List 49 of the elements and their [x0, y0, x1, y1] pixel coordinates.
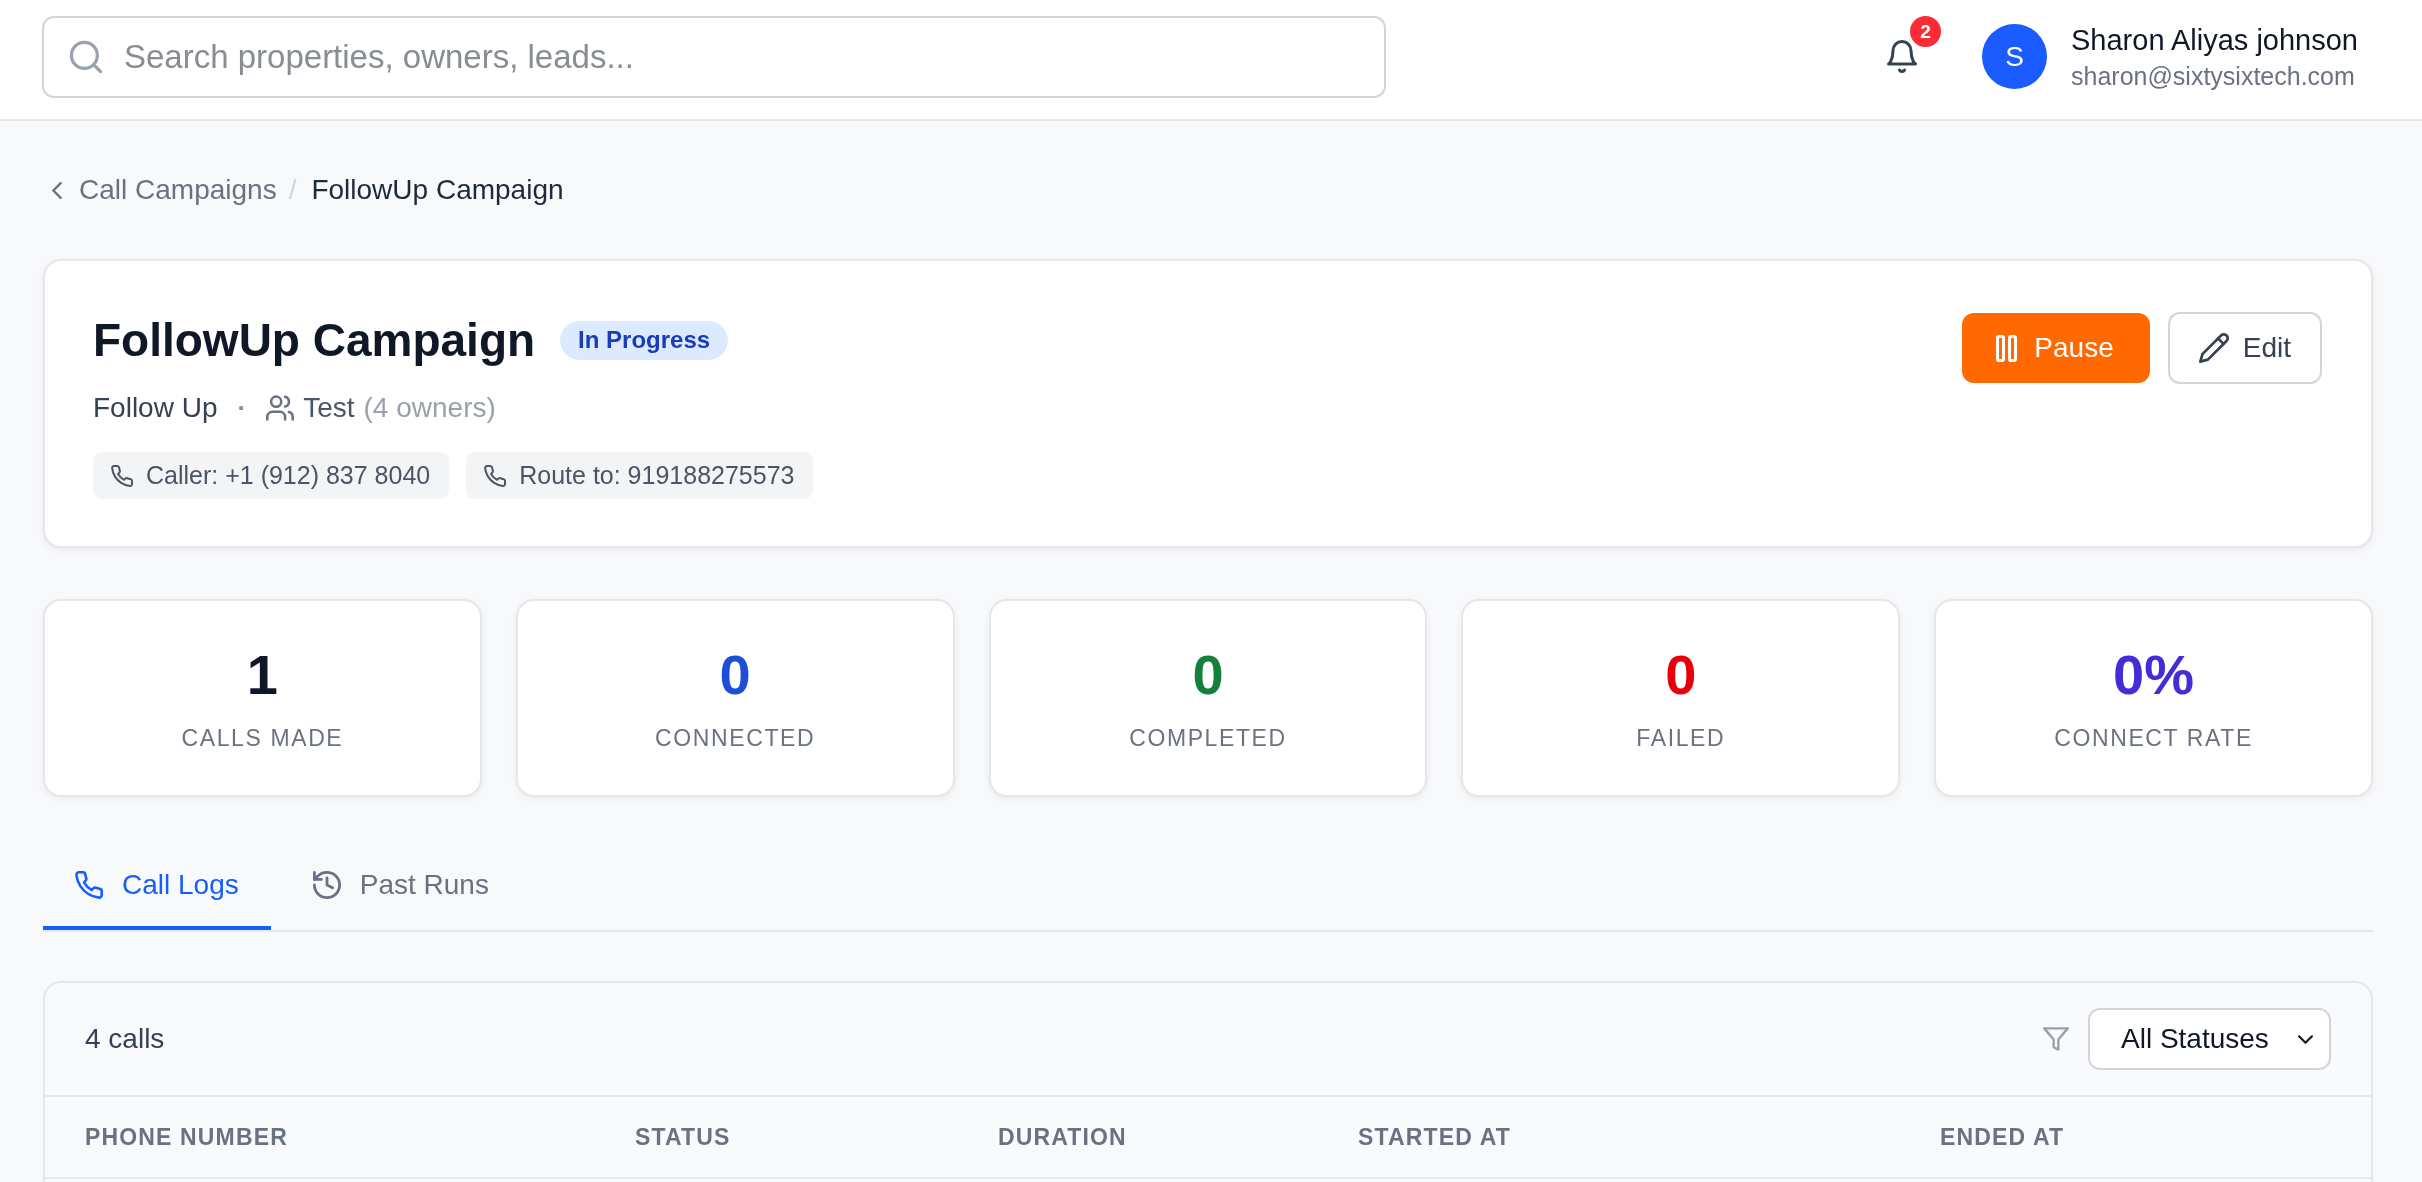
- stat-label: CONNECT RATE: [2054, 724, 2253, 752]
- chevron-left-icon: [52, 181, 62, 199]
- user-name: Sharon Aliyas johnson: [2071, 22, 2358, 57]
- phone-icon: [111, 464, 133, 487]
- column-header: PHONE NUMBER: [85, 1123, 288, 1150]
- campaign-type: Follow Up: [93, 392, 218, 424]
- column-header: STARTED AT: [1358, 1123, 1511, 1150]
- stat-label: FAILED: [1636, 724, 1726, 752]
- stat-value: 1: [246, 642, 278, 708]
- breadcrumb-link[interactable]: Call Campaigns: [52, 173, 277, 207]
- users-icon: [266, 395, 295, 421]
- column-header: STATUS: [635, 1123, 731, 1150]
- pause-button[interactable]: Pause: [1962, 313, 2150, 383]
- tag-text: Route to: 919188275573: [519, 459, 795, 491]
- column-header: ENDED AT: [1940, 1123, 2065, 1150]
- breadcrumb-separator: /: [288, 173, 297, 207]
- tag-text: Caller: +1 (912) 837 8040: [146, 459, 431, 491]
- meta-separator: ·: [237, 392, 247, 424]
- status-badge: In Progress: [560, 320, 729, 360]
- tab[interactable]: Call Logs: [43, 844, 271, 930]
- edit-button[interactable]: Edit: [2167, 312, 2322, 384]
- tab[interactable]: Past Runs: [280, 844, 521, 930]
- stat-label: CALLS MADE: [181, 724, 344, 752]
- filter-icon: [2043, 1027, 2069, 1051]
- phone-icon: [75, 871, 103, 899]
- stat-label: COMPLETED: [1129, 724, 1287, 752]
- status-select[interactable]: All Statuses: [2088, 1008, 2331, 1070]
- phone-icon: [484, 464, 507, 487]
- stat-value: 0: [1665, 642, 1697, 708]
- call-count: 4 calls: [85, 1022, 165, 1056]
- stat-value: 0: [1192, 642, 1224, 708]
- search-field[interactable]: Search properties, owners, leads...: [42, 15, 1386, 98]
- user-email: sharon@sixtysixtech.com: [2071, 60, 2356, 91]
- search-icon: [69, 39, 103, 74]
- campaign-title: FollowUp Campaign: [93, 313, 536, 368]
- chevron-down-icon: [2298, 1034, 2313, 1044]
- pause-icon: [1996, 334, 2018, 362]
- stat-value: 0%: [2113, 642, 2195, 708]
- owner-count: (4 owners): [363, 392, 496, 424]
- pencil-icon: [2198, 333, 2229, 363]
- breadcrumb-current: FollowUp Campaign: [311, 173, 564, 207]
- bell-icon[interactable]: [1887, 40, 1917, 73]
- column-header: DURATION: [998, 1123, 1127, 1150]
- user-avatar[interactable]: S: [1982, 24, 2047, 89]
- stat-value: 0: [719, 642, 751, 708]
- stat-label: CONNECTED: [655, 724, 816, 752]
- contact-list-name: Test: [303, 392, 355, 424]
- history-icon: [312, 871, 341, 899]
- notification-badge: 2: [1910, 16, 1941, 47]
